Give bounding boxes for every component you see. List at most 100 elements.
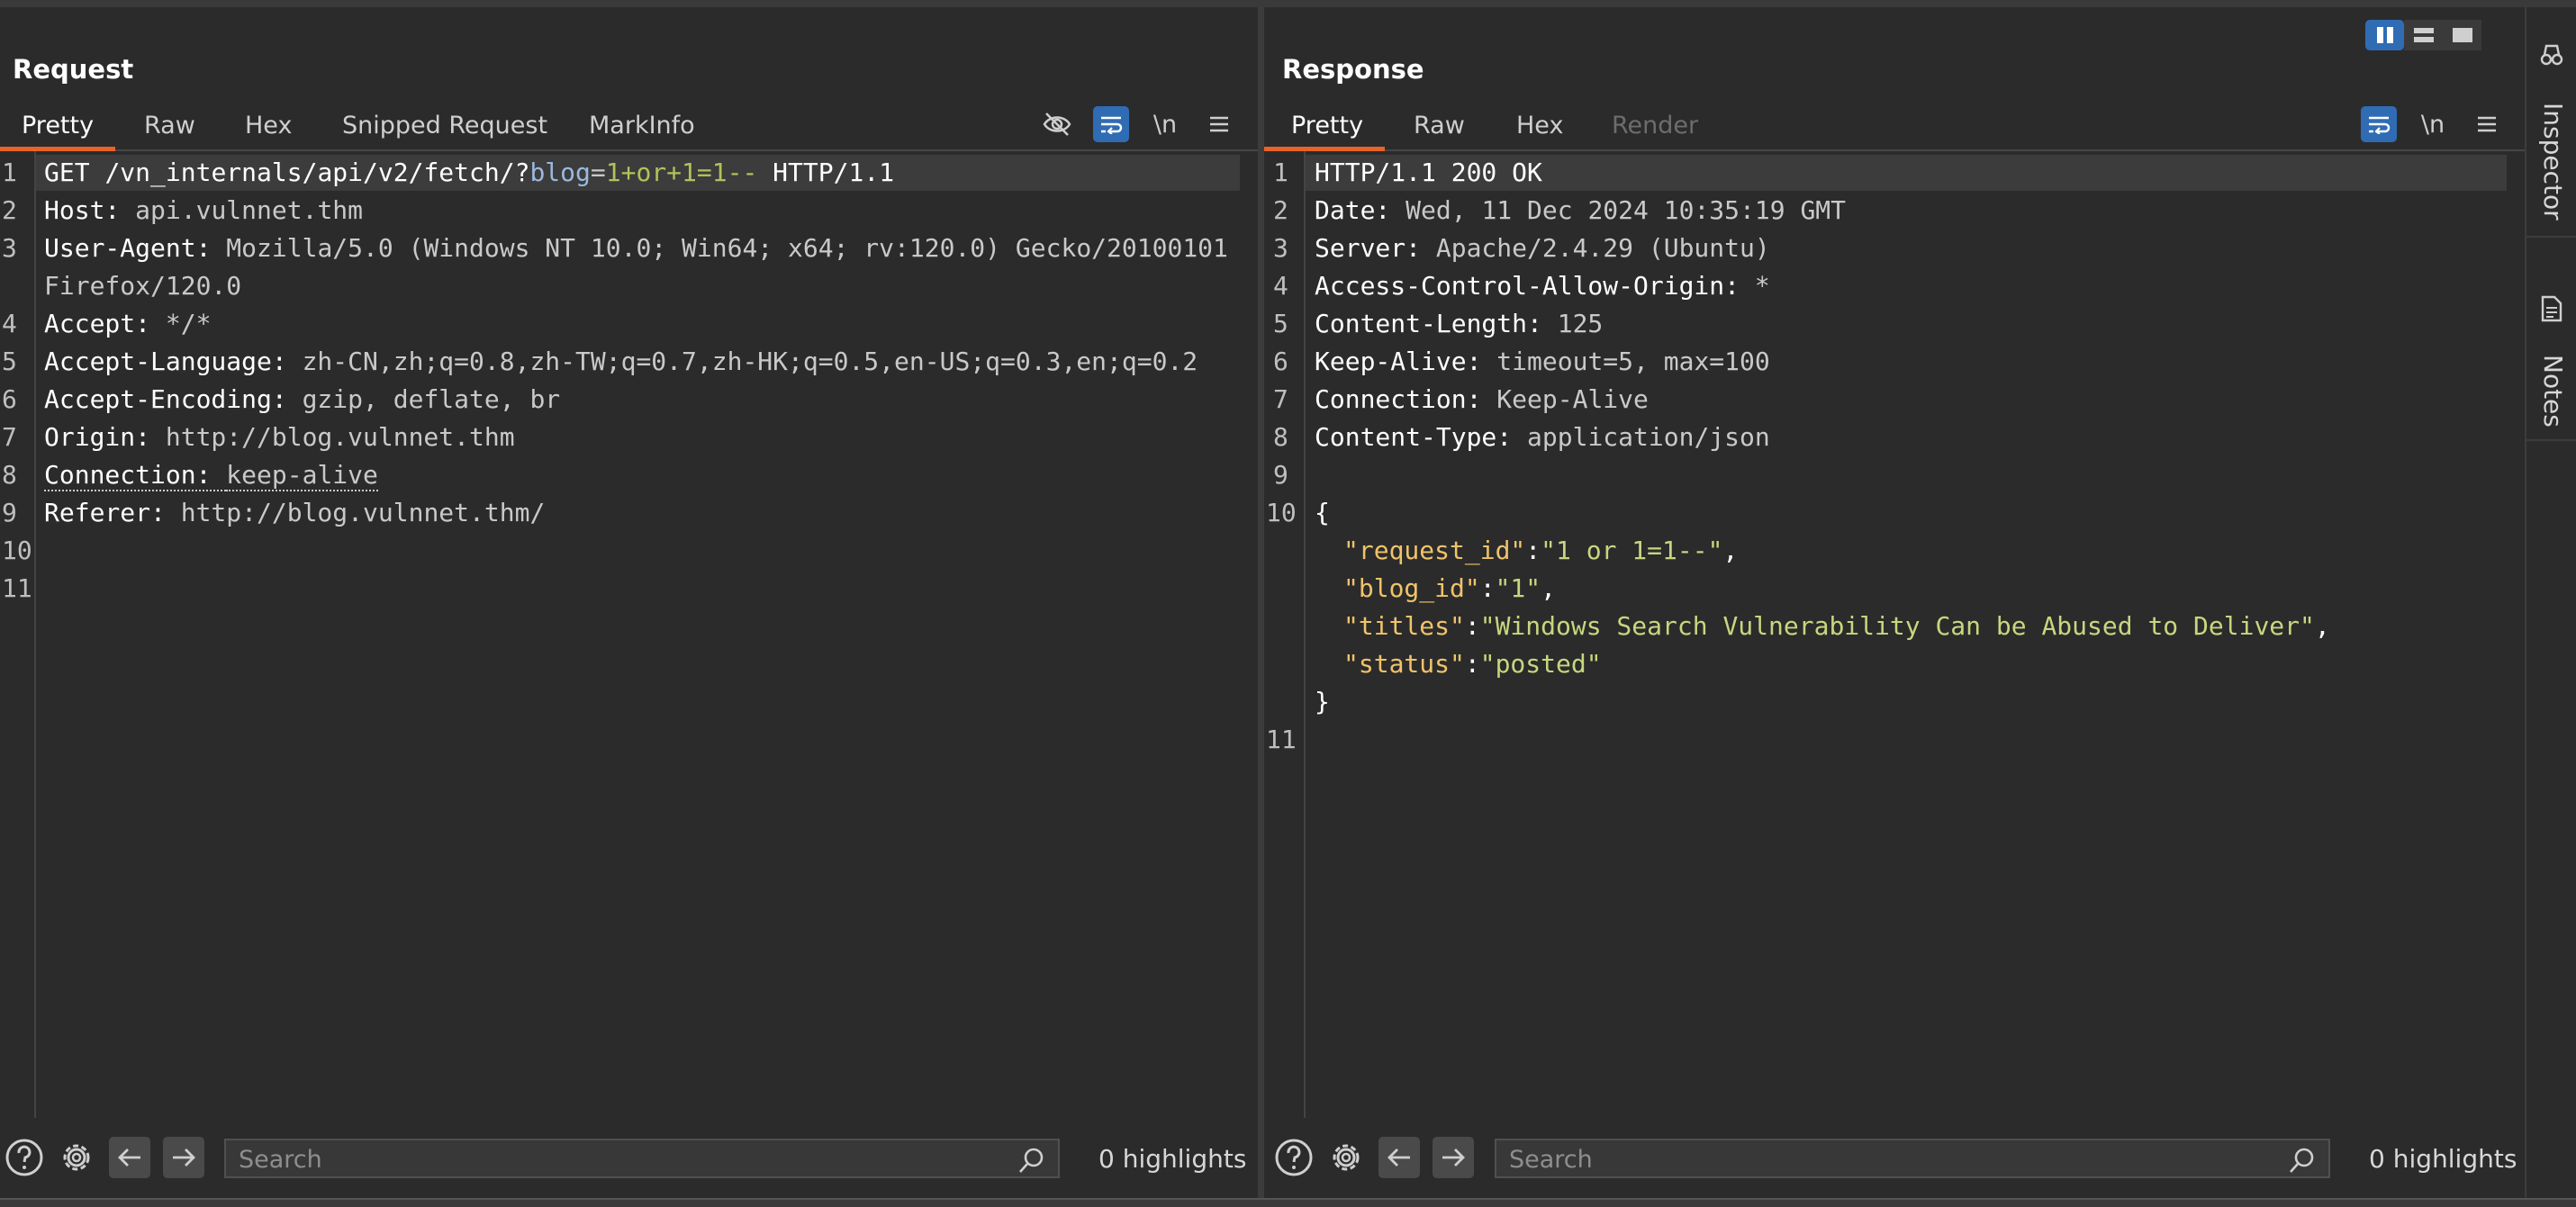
request-title: Request [13, 54, 134, 85]
header-key: Referer: [44, 498, 181, 527]
line-number: 9 [2, 498, 17, 527]
header-line: Content-Length: 125 [1315, 306, 1603, 342]
header-key: Accept-Language: [44, 347, 303, 376]
wrap-lines-icon[interactable] [2361, 106, 2397, 142]
help-icon[interactable] [4, 1137, 45, 1178]
tab-markinfo[interactable]: MarkInfo [589, 112, 695, 140]
request-editor[interactable]: 1 2 3 4 5 6 7 8 9 10 11 GET /vn_internal… [0, 151, 1258, 1118]
json-field: "request_id":"1 or 1=1--", [1343, 536, 1739, 565]
header-line: Keep-Alive: timeout=5, max=100 [1315, 344, 1770, 380]
line-number: 1 [2, 158, 17, 187]
line-number: 6 [1273, 347, 1288, 376]
search-placeholder: Search [1509, 1146, 1593, 1174]
highlights-count: 0 highlights [1098, 1144, 1247, 1174]
header-value: * [1754, 271, 1770, 301]
search-input[interactable]: Search [224, 1139, 1060, 1178]
header-line: Referer: http://blog.vulnnet.thm/ [44, 495, 545, 531]
layout-tabbed-icon[interactable] [2443, 20, 2481, 50]
json-key: "status" [1343, 649, 1465, 679]
line-number-gutter: 1 2 3 4 5 6 7 8 9 10 11 [1264, 151, 1306, 1118]
json-field: "status":"posted" [1343, 649, 1602, 679]
search-icon [2290, 1148, 2314, 1173]
help-icon[interactable] [1273, 1137, 1315, 1178]
response-footer: Search 0 highlights [1264, 1119, 2525, 1198]
header-value: Keep-Alive [1496, 384, 1649, 414]
query-equals: = [590, 158, 606, 187]
notes-icon [2541, 295, 2562, 322]
menu-icon[interactable] [1201, 106, 1237, 142]
line-number: 3 [2, 233, 17, 263]
inspector-label: Inspector [2538, 103, 2568, 221]
json-value: "1" [1495, 573, 1541, 603]
status-line: HTTP/1.1 200 OK [1315, 155, 1542, 191]
newline-toggle[interactable]: \n [2415, 106, 2451, 142]
http-protocol: HTTP/1.1 [757, 158, 895, 187]
pane-splitter[interactable] [1258, 7, 1264, 1198]
header-key: Keep-Alive: [1315, 347, 1497, 376]
tab-hex[interactable]: Hex [245, 112, 292, 140]
search-input[interactable]: Search [1495, 1139, 2330, 1178]
line-number: 6 [2, 384, 17, 414]
gear-icon[interactable] [1325, 1137, 1367, 1178]
line-number: 4 [1273, 271, 1288, 301]
line-number: 3 [1273, 233, 1288, 263]
response-pane: Response Pretty Raw Hex Render \n 1 2 3 … [1264, 7, 2525, 1198]
previous-arrow-button[interactable] [109, 1137, 150, 1178]
request-line: GET /vn_internals/api/v2/fetch/?blog=1+o… [44, 155, 894, 191]
line-number: 5 [1273, 309, 1288, 338]
json-field: "titles":"Windows Search Vulnerability C… [1343, 611, 2330, 641]
window-bottom-border [0, 1198, 2576, 1207]
response-code: HTTP/1.1 200 OK Date: Wed, 11 Dec 2024 1… [1315, 151, 2507, 716]
hide-nonprintable-icon[interactable] [1039, 106, 1075, 142]
next-arrow-button[interactable] [1433, 1137, 1474, 1178]
header-value: 125 [1557, 309, 1604, 338]
layout-stacked-icon[interactable] [2404, 20, 2443, 50]
header-key: Date: [1315, 195, 1406, 225]
tab-pretty[interactable]: Pretty [1291, 112, 1363, 140]
line-number: 2 [2, 195, 17, 225]
next-arrow-button[interactable] [163, 1137, 204, 1178]
header-line: Connection: Keep-Alive [1315, 382, 1649, 418]
gear-icon[interactable] [56, 1137, 97, 1178]
brace: { [1315, 498, 1330, 527]
line-number: 11 [2, 573, 32, 603]
newline-toggle[interactable]: \n [1147, 106, 1183, 142]
header-line: Accept-Language: zh-CN,zh;q=0.8,zh-TW;q=… [44, 344, 1198, 380]
line-number: 5 [2, 347, 17, 376]
header-line: Date: Wed, 11 Dec 2024 10:35:19 GMT [1315, 193, 1846, 229]
layout-side-by-side-icon[interactable] [2365, 20, 2404, 50]
tab-render[interactable]: Render [1612, 112, 1698, 140]
header-key: Content-Length: [1315, 309, 1558, 338]
header-value: api.vulnnet.thm [135, 195, 364, 225]
header-value: Mozilla/5.0 (Windows NT 10.0; Win64; x64… [226, 233, 1228, 263]
header-key: Accept: [44, 309, 166, 338]
tab-raw[interactable]: Raw [1414, 112, 1465, 140]
tab-pretty[interactable]: Pretty [22, 112, 94, 140]
header-line: Accept: */* [44, 306, 211, 342]
header-line: Connection: keep-alive [44, 457, 378, 493]
response-tabs: Pretty Raw Hex Render [1264, 104, 2525, 151]
header-key: User-Agent: [44, 233, 227, 263]
tab-hex[interactable]: Hex [1516, 112, 1563, 140]
json-comma: , [2314, 611, 2330, 641]
tab-raw[interactable]: Raw [144, 112, 195, 140]
inspector-sidebar: Inspector Notes [2525, 7, 2576, 1198]
response-editor[interactable]: 1 2 3 4 5 6 7 8 9 10 11 HTTP/1.1 200 OK … [1264, 151, 2525, 1118]
previous-arrow-button[interactable] [1378, 1137, 1420, 1178]
wrap-lines-icon[interactable] [1093, 106, 1129, 142]
menu-icon[interactable] [2469, 106, 2505, 142]
json-close-brace: } [1315, 684, 1330, 720]
tab-snipped-request[interactable]: Snipped Request [342, 112, 547, 140]
line-number: 2 [1273, 195, 1288, 225]
query-param-name: blog [529, 158, 591, 187]
header-value: timeout=5, max=100 [1496, 347, 1770, 376]
notes-tab[interactable]: Notes [2526, 277, 2576, 441]
line-number: 9 [1273, 460, 1288, 490]
inspector-tab[interactable]: Inspector [2526, 20, 2576, 238]
header-key: Accept-Encoding: [44, 384, 303, 414]
line-number: 7 [2, 422, 17, 452]
line-number: 8 [1273, 422, 1288, 452]
header-key: Access-Control-Allow-Origin: [1315, 271, 1755, 301]
header-line: Origin: http://blog.vulnnet.thm [44, 419, 515, 455]
layout-toggle-group [2365, 20, 2482, 50]
